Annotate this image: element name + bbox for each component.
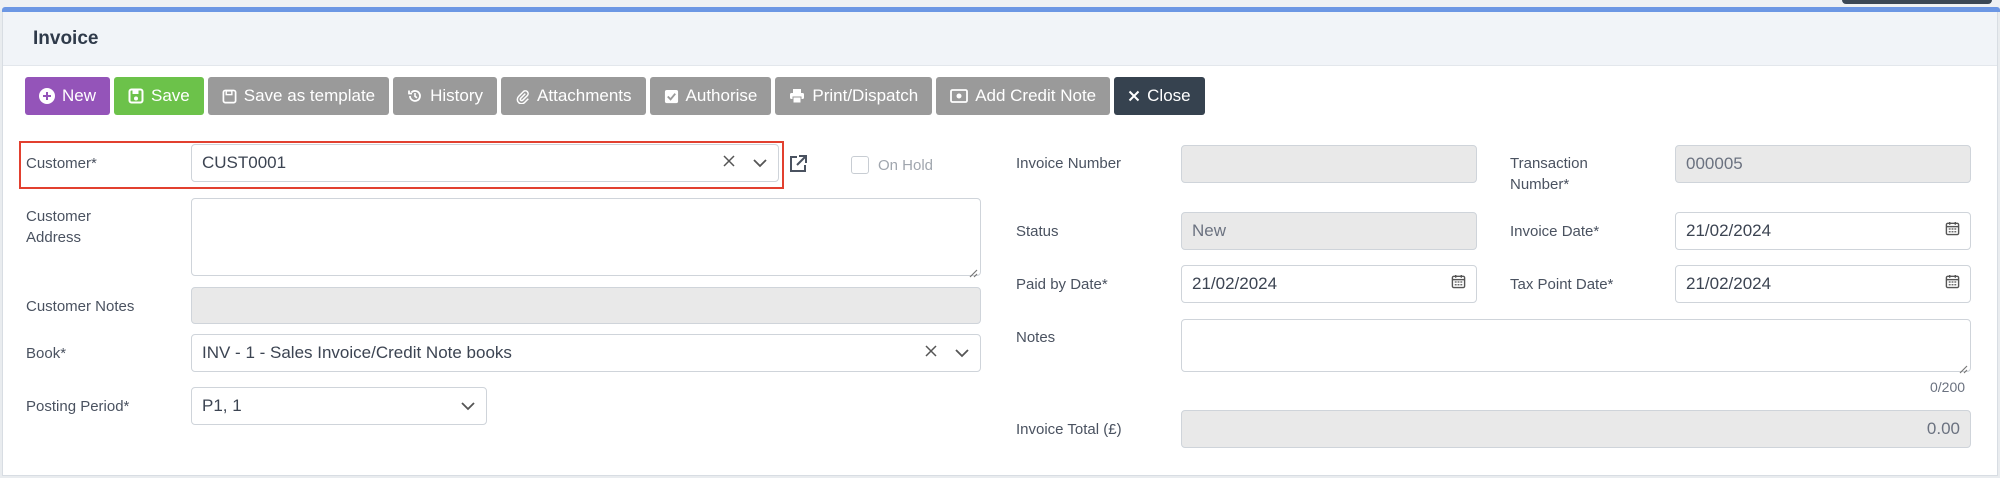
plus-circle-icon — [39, 88, 55, 104]
close-icon — [1128, 90, 1140, 102]
tax-point-date-label: Tax Point Date* — [1510, 276, 1614, 293]
check-square-icon — [664, 89, 679, 104]
print-dispatch-label: Print/Dispatch — [812, 86, 919, 105]
transaction-number-value: 000005 — [1686, 154, 1743, 173]
clear-icon[interactable] — [722, 153, 736, 173]
customer-label: Customer* — [26, 155, 97, 172]
toolbar: New Save Save as template History Attach… — [25, 77, 1205, 115]
paid-by-date-value: 21/02/2024 — [1192, 274, 1278, 293]
tax-point-date-value: 21/02/2024 — [1686, 274, 1772, 293]
paperclip-icon — [515, 88, 530, 104]
clear-icon[interactable] — [924, 343, 938, 363]
book-select[interactable]: INV - 1 - Sales Invoice/Credit Note book… — [191, 334, 981, 372]
authorise-label: Authorise — [685, 86, 758, 105]
close-button[interactable]: Close — [1114, 77, 1205, 115]
invoice-date-input[interactable]: 21/02/2024 — [1675, 212, 1971, 250]
on-hold-checkbox[interactable] — [851, 156, 869, 174]
transaction-number-field: 000005 — [1675, 145, 1971, 183]
authorise-button[interactable]: Authorise — [649, 77, 772, 115]
calendar-icon[interactable] — [1451, 274, 1466, 294]
external-link-icon[interactable] — [788, 154, 808, 179]
tax-point-date-input[interactable]: 21/02/2024 — [1675, 265, 1971, 303]
save-button[interactable]: Save — [114, 77, 204, 115]
chevron-down-icon[interactable] — [954, 343, 970, 363]
new-label: New — [62, 86, 97, 105]
floppy-outline-icon — [222, 89, 237, 104]
notes-character-counter: 0/200 — [1930, 379, 1966, 395]
invoice-number-label: Invoice Number — [1016, 155, 1122, 172]
page-title: Invoice — [33, 27, 99, 49]
customer-address-label-line2: Address — [26, 229, 82, 246]
top-dark-tab — [1842, 0, 1992, 4]
history-button[interactable]: History — [393, 77, 498, 115]
history-icon — [407, 88, 423, 104]
save-label: Save — [151, 86, 190, 105]
transaction-number-label-line1: Transaction — [1510, 155, 1588, 172]
customer-select[interactable]: CUST0001 — [191, 144, 779, 182]
customer-notes-label: Customer Notes — [26, 298, 135, 315]
print-dispatch-button[interactable]: Print/Dispatch — [775, 77, 933, 115]
add-credit-note-label: Add Credit Note — [975, 86, 1097, 105]
invoice-total-field: 0.00 — [1181, 410, 1971, 448]
add-credit-note-button[interactable]: Add Credit Note — [936, 77, 1111, 115]
chevron-down-icon[interactable] — [752, 153, 768, 173]
invoice-date-label: Invoice Date* — [1510, 223, 1600, 240]
panel-header: Invoice — [3, 12, 1997, 66]
chevron-down-icon[interactable] — [460, 396, 476, 416]
resize-handle-icon[interactable] — [1958, 359, 1968, 374]
notes-label: Notes — [1016, 329, 1056, 346]
book-value: INV - 1 - Sales Invoice/Credit Note book… — [202, 343, 512, 362]
calendar-icon[interactable] — [1945, 274, 1960, 294]
invoice-total-label: Invoice Total (£) — [1016, 421, 1122, 438]
customer-address-textarea[interactable] — [191, 198, 981, 278]
customer-value: CUST0001 — [202, 153, 287, 172]
history-label: History — [430, 86, 484, 105]
book-label: Book* — [26, 345, 67, 362]
customer-notes-field — [191, 287, 981, 324]
invoice-total-value: 0.00 — [1926, 419, 1960, 438]
on-hold-label: On Hold — [878, 157, 934, 174]
posting-period-label: Posting Period* — [26, 398, 130, 415]
status-value: New — [1192, 221, 1227, 240]
paid-by-date-label: Paid by Date* — [1016, 276, 1108, 293]
attachments-button[interactable]: Attachments — [501, 77, 646, 115]
close-label: Close — [1147, 86, 1191, 105]
calendar-icon[interactable] — [1945, 221, 1960, 241]
status-label: Status — [1016, 223, 1059, 240]
posting-period-value: P1, 1 — [202, 396, 242, 415]
status-field: New — [1181, 212, 1477, 250]
printer-icon — [789, 88, 805, 104]
floppy-icon — [128, 88, 144, 104]
resize-handle-icon[interactable] — [968, 263, 978, 278]
paid-by-date-input[interactable]: 21/02/2024 — [1181, 265, 1477, 303]
save-as-template-label: Save as template — [243, 86, 376, 105]
notes-textarea[interactable] — [1181, 319, 1971, 374]
invoice-date-value: 21/02/2024 — [1686, 221, 1772, 240]
save-as-template-button[interactable]: Save as template — [207, 77, 390, 115]
new-button[interactable]: New — [25, 77, 111, 115]
money-bill-icon — [950, 89, 969, 103]
invoice-number-field — [1181, 145, 1477, 183]
customer-address-label-line1: Customer — [26, 208, 92, 225]
attachments-label: Attachments — [537, 86, 632, 105]
transaction-number-label-line2: Number* — [1510, 176, 1570, 193]
posting-period-select[interactable]: P1, 1 — [191, 387, 487, 425]
